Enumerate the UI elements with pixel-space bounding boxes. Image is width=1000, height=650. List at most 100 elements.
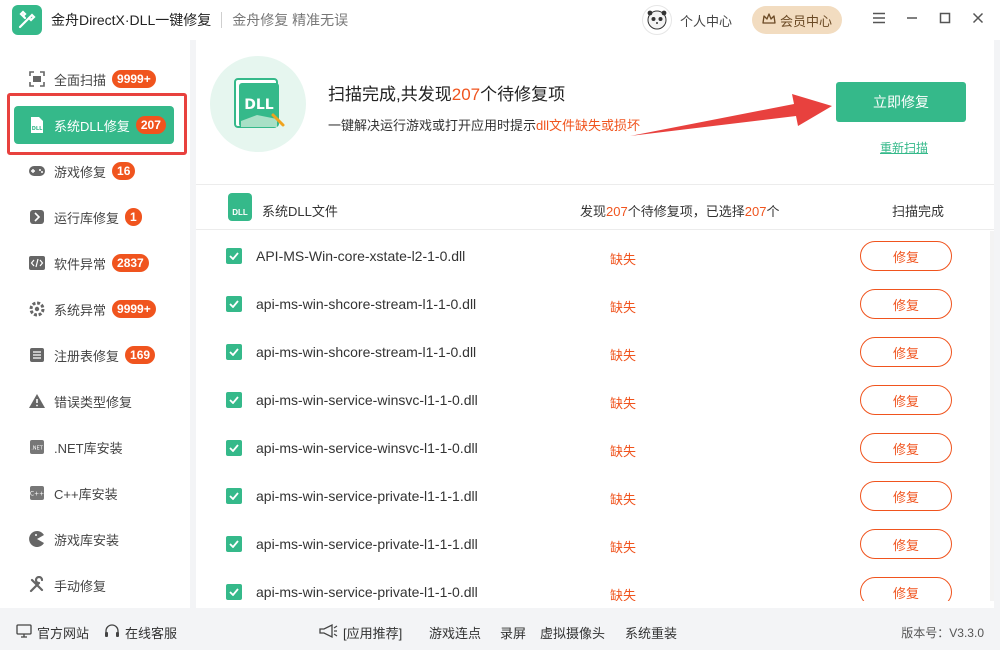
file-name: api-ms-win-service-winsvc-l1-1-0.dll xyxy=(256,392,478,408)
sidebar-item-label: 系统DLL修复 xyxy=(54,118,130,134)
maximize-button[interactable] xyxy=(928,0,961,40)
fix-button[interactable]: 修复 xyxy=(860,529,952,559)
sidebar-item-label: 游戏修复 xyxy=(54,164,107,180)
official-site-label: 官方网站 xyxy=(37,626,90,641)
scan-result-prefix: 扫描完成,共发现 xyxy=(328,85,452,104)
row-checkbox[interactable] xyxy=(226,536,242,552)
fix-button[interactable]: 修复 xyxy=(860,241,952,271)
file-name: api-ms-win-service-private-l1-1-0.dll xyxy=(256,584,478,600)
svg-text:C++: C++ xyxy=(30,491,44,498)
list-title: 系统DLL文件 xyxy=(262,204,338,219)
main-panel: DLL 扫描完成,共发现207个待修复项 一键解决运行游戏或打开应用时提示dll… xyxy=(196,40,994,608)
close-icon xyxy=(972,11,984,29)
sidebar-item-full-scan[interactable]: 全面扫描 9999+ xyxy=(14,60,174,98)
count-badge: 2837 xyxy=(112,254,149,272)
cpp-icon: C++ xyxy=(28,484,46,502)
list-item: API-MS-Win-core-xstate-l2-1-0.dll 缺失 修复 xyxy=(196,231,994,279)
subtitle-highlight: dll文件缺失或损坏 xyxy=(536,118,641,133)
row-checkbox[interactable] xyxy=(226,488,242,504)
stats-text: 个 xyxy=(766,204,780,219)
recommend-link-camera[interactable]: 虚拟摄像头 xyxy=(540,623,605,642)
megaphone-icon xyxy=(318,623,338,642)
sidebar-item-label: 全面扫描 xyxy=(54,72,107,88)
rescan-link[interactable]: 重新扫描 xyxy=(880,139,928,156)
sidebar-item-registry-fix[interactable]: 注册表修复 169 xyxy=(14,336,174,374)
row-checkbox[interactable] xyxy=(226,344,242,360)
recommend-label: [应用推荐] xyxy=(343,626,403,641)
sidebar-item-software-error[interactable]: 软件异常 2837 xyxy=(14,244,174,282)
sidebar-item-runtime-fix[interactable]: 运行库修复 1 xyxy=(14,198,174,236)
fix-button[interactable]: 修复 xyxy=(860,481,952,511)
row-checkbox[interactable] xyxy=(226,584,242,600)
file-status: 缺失 xyxy=(610,444,637,459)
file-name: API-MS-Win-core-xstate-l2-1-0.dll xyxy=(256,248,466,264)
fix-button[interactable]: 修复 xyxy=(860,385,952,415)
sidebar-item-error-type-fix[interactable]: 错误类型修复 xyxy=(14,382,174,420)
subtitle-text: 一键解决运行游戏或打开应用时提示 xyxy=(328,118,537,133)
scan-result-count: 207 xyxy=(451,85,481,104)
app-recommend: [应用推荐] xyxy=(318,623,402,642)
user-center-link[interactable]: 个人中心 xyxy=(680,11,732,30)
list-header: DLL 系统DLL文件 发现207个待修复项，已选择207个 扫描完成 xyxy=(196,184,994,230)
file-status: 缺失 xyxy=(610,300,637,315)
fix-now-button[interactable]: 立即修复 xyxy=(836,82,966,122)
row-checkbox[interactable] xyxy=(226,440,242,456)
title-divider xyxy=(221,12,223,28)
gamepad-icon xyxy=(28,162,46,180)
row-checkbox[interactable] xyxy=(226,392,242,408)
app-slogan: 金舟修复 精准无误 xyxy=(232,12,349,28)
fix-button[interactable]: 修复 xyxy=(860,337,952,367)
fix-button[interactable]: 修复 xyxy=(860,433,952,463)
close-button[interactable] xyxy=(961,0,994,40)
sidebar-item-manual-fix[interactable]: 手动修复 xyxy=(14,566,174,604)
recommend-link-record[interactable]: 录屏 xyxy=(500,623,526,642)
sidebar: 全面扫描 9999+ DLL 系统DLL修复 207 游戏修复 16 运行库修复… xyxy=(0,40,190,608)
list-scrollbar[interactable] xyxy=(990,231,994,601)
dll-file-small-icon: DLL xyxy=(228,193,252,221)
sidebar-item-label: 注册表修复 xyxy=(54,348,120,364)
menu-button[interactable] xyxy=(862,0,895,40)
fix-button[interactable]: 修复 xyxy=(860,289,952,319)
file-name: api-ms-win-shcore-stream-l1-1-0.dll xyxy=(256,344,477,360)
online-service-label: 在线客服 xyxy=(125,626,178,641)
row-checkbox[interactable] xyxy=(226,296,242,312)
warning-icon xyxy=(28,392,46,410)
sidebar-item-label: C++库安装 xyxy=(54,486,118,502)
row-checkbox[interactable] xyxy=(226,248,242,264)
official-site-link[interactable]: 官方网站 xyxy=(16,623,89,642)
vip-center-label: 会员中心 xyxy=(779,13,832,29)
dll-icon-text: DLL xyxy=(244,97,274,113)
file-status: 缺失 xyxy=(610,588,637,601)
sidebar-item-game-fix[interactable]: 游戏修复 16 xyxy=(14,152,174,190)
list-item: api-ms-win-service-private-l1-1-1.dll 缺失… xyxy=(196,471,994,519)
sidebar-item-cpp-install[interactable]: C++ C++库安装 xyxy=(14,474,174,512)
found-count: 207 xyxy=(606,204,628,219)
annotation-arrow-icon xyxy=(630,94,832,136)
sidebar-item-label: 游戏库安装 xyxy=(54,532,120,548)
file-status: 缺失 xyxy=(610,348,637,363)
count-badge: 9999+ xyxy=(112,70,156,88)
code-icon xyxy=(28,254,46,272)
sidebar-item-system-dll[interactable]: DLL 系统DLL修复 207 xyxy=(14,106,174,144)
file-name: api-ms-win-service-private-l1-1-1.dll xyxy=(256,488,478,504)
avatar[interactable] xyxy=(641,5,672,35)
online-service-link[interactable]: 在线客服 xyxy=(104,623,177,642)
recommend-link-click[interactable]: 游戏连点 xyxy=(429,623,481,642)
check-icon xyxy=(229,348,239,356)
sidebar-item-game-lib-install[interactable]: 游戏库安装 xyxy=(14,520,174,558)
stats-text: 个待修复项，已选择 xyxy=(627,204,745,219)
minimize-button[interactable] xyxy=(895,0,928,40)
check-icon xyxy=(229,300,239,308)
file-status: 缺失 xyxy=(610,540,637,555)
count-badge: 207 xyxy=(135,116,166,134)
sidebar-item-dotnet-install[interactable]: .NET .NET库安装 xyxy=(14,428,174,466)
vip-center-button[interactable]: 会员中心 xyxy=(751,6,842,34)
count-badge: 169 xyxy=(125,346,156,364)
check-icon xyxy=(229,540,239,548)
recommend-link-reinstall[interactable]: 系统重装 xyxy=(625,623,677,642)
scan-status: 扫描完成 xyxy=(892,204,945,219)
sidebar-item-label: 错误类型修复 xyxy=(54,394,133,410)
list-stats: 发现207个待修复项，已选择207个 xyxy=(580,201,779,220)
fix-button[interactable]: 修复 xyxy=(860,577,952,601)
sidebar-item-system-error[interactable]: 系统异常 9999+ xyxy=(14,290,174,328)
